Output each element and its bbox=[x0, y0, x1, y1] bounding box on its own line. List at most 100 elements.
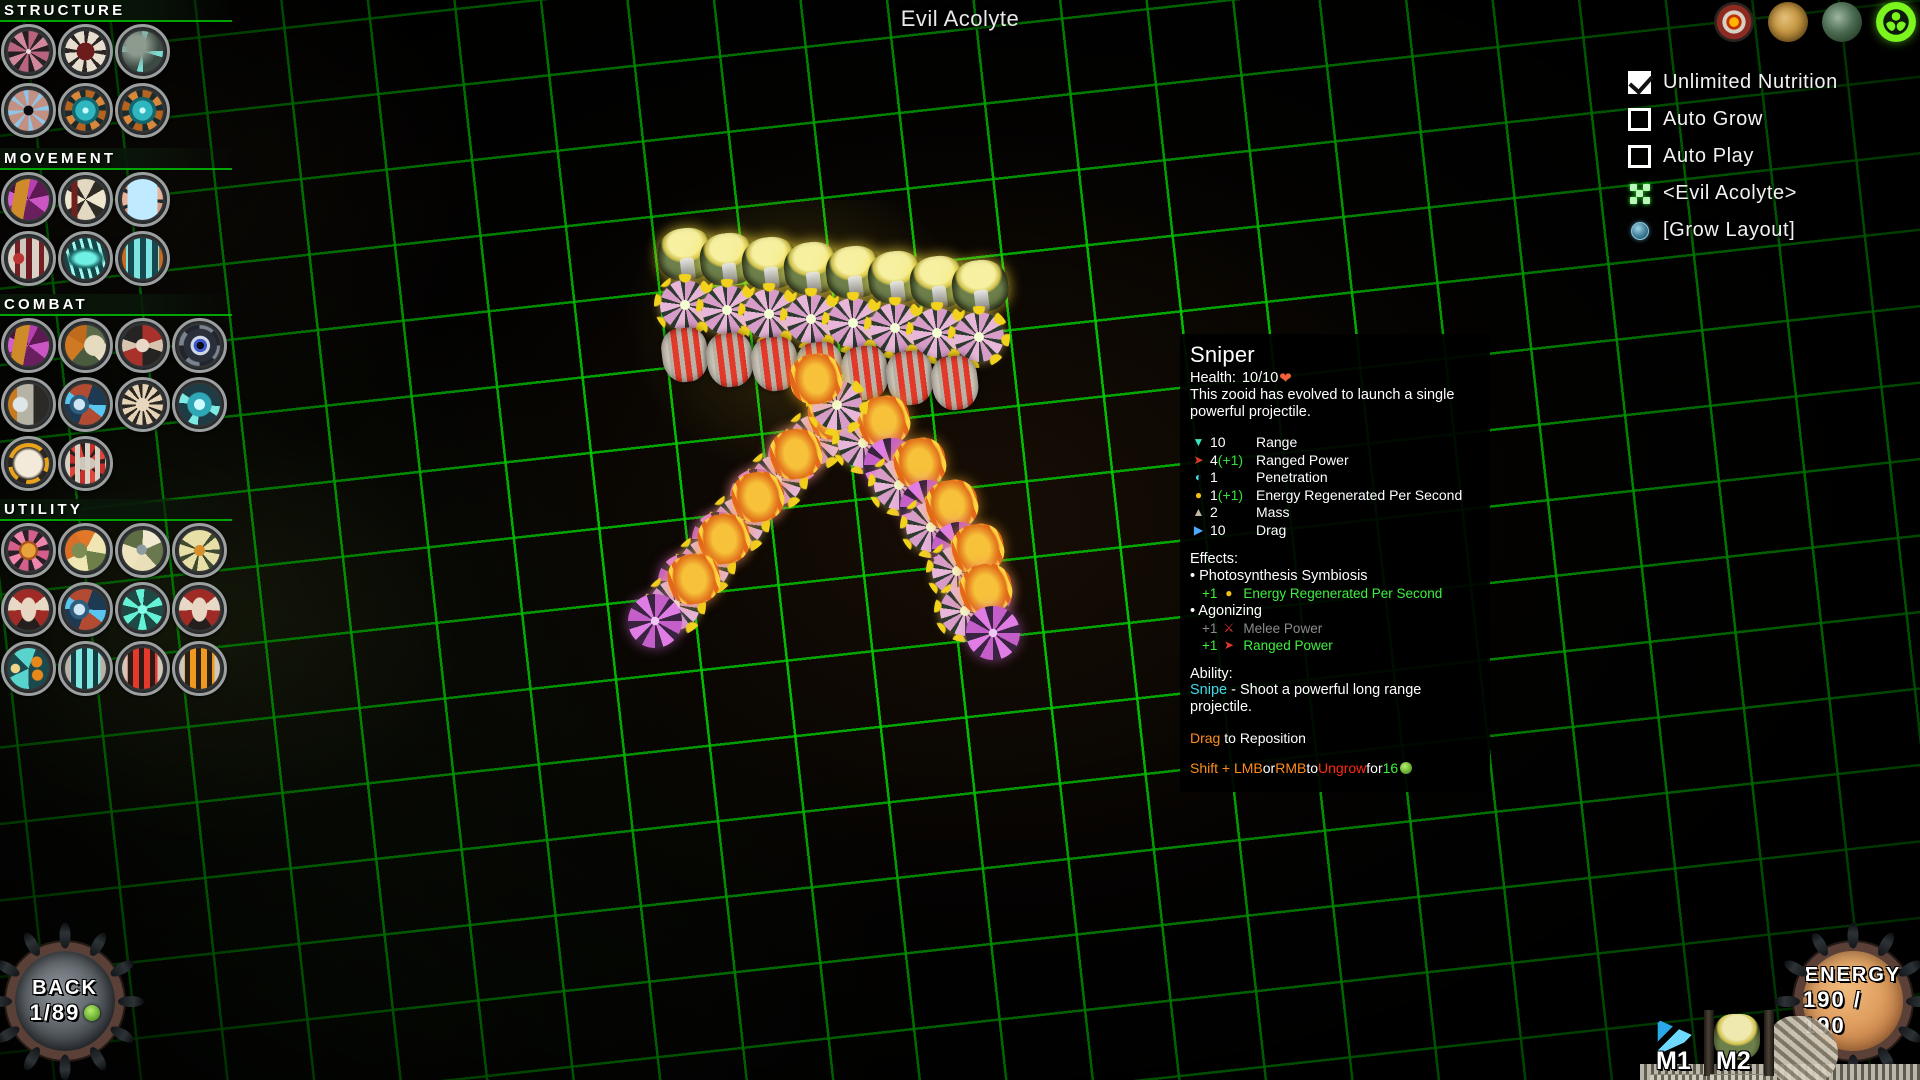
palette-section-header: MOVEMENT bbox=[0, 148, 232, 170]
rock-icon[interactable] bbox=[1822, 2, 1862, 42]
part-combat-9[interactable] bbox=[1, 436, 56, 491]
palette-section-title: STRUCTURE bbox=[4, 1, 126, 19]
stat-label: Range bbox=[1256, 434, 1298, 450]
zooid-purple[interactable] bbox=[628, 594, 682, 648]
part-movement-2[interactable] bbox=[58, 172, 113, 227]
part-utility-4[interactable] bbox=[172, 523, 227, 578]
part-movement-4[interactable] bbox=[1, 231, 56, 286]
grow-layout-icon bbox=[1628, 219, 1651, 242]
part-utility-10[interactable] bbox=[58, 641, 113, 696]
back-counter: 1/89 bbox=[30, 1000, 101, 1026]
ability-slot-m1[interactable]: M1 bbox=[1650, 1010, 1714, 1080]
zooid-purple[interactable] bbox=[966, 606, 1020, 660]
palette-row bbox=[0, 375, 232, 434]
effect-line: +1 ⚔ Melee Power bbox=[1190, 620, 1480, 637]
stat-row: ● 1(+1) Energy Regenerated Per Second bbox=[1190, 487, 1480, 505]
palette-row bbox=[0, 170, 232, 229]
ability-slot-m2[interactable]: M2 bbox=[1710, 1010, 1774, 1080]
part-thumbnail-icon bbox=[8, 530, 49, 571]
stat-label: Mass bbox=[1256, 504, 1290, 520]
stat-row: ▶ 10 Drag bbox=[1190, 522, 1480, 540]
part-utility-11[interactable] bbox=[115, 641, 170, 696]
stat-label: Ranged Power bbox=[1256, 451, 1349, 468]
hint-ungrow-for: for bbox=[1366, 760, 1383, 776]
hint-ungrow-keys: Shift + LMB bbox=[1190, 760, 1263, 776]
palette-spacer bbox=[0, 698, 232, 704]
eye-icon[interactable] bbox=[1714, 2, 1754, 42]
checkbox-icon[interactable] bbox=[1628, 145, 1651, 168]
green-node-icon[interactable] bbox=[1876, 2, 1916, 42]
part-combat-5[interactable] bbox=[1, 377, 56, 432]
palette-section-header: STRUCTURE bbox=[0, 0, 232, 22]
toggle-auto-grow[interactable]: Auto Grow bbox=[1628, 101, 1908, 138]
part-structure-3[interactable] bbox=[115, 24, 170, 79]
part-utility-6[interactable] bbox=[58, 582, 113, 637]
ranged-power-icon: ➤ bbox=[1193, 452, 1204, 467]
palette-row bbox=[0, 22, 232, 81]
part-utility-3[interactable] bbox=[115, 523, 170, 578]
part-combat-4[interactable] bbox=[172, 318, 227, 373]
part-utility-8[interactable] bbox=[172, 582, 227, 637]
health-value: 10/10 bbox=[1241, 370, 1279, 386]
stat-label: Energy Regenerated Per Second bbox=[1256, 486, 1463, 503]
part-utility-2[interactable] bbox=[58, 523, 113, 578]
toggle-auto-play[interactable]: Auto Play bbox=[1628, 138, 1908, 175]
part-thumbnail-icon bbox=[8, 325, 49, 366]
tooltip-title: Sniper bbox=[1190, 342, 1255, 367]
toggle-unlimited-nutrition[interactable]: Unlimited Nutrition bbox=[1628, 64, 1908, 101]
part-combat-8[interactable] bbox=[172, 377, 227, 432]
part-combat-10[interactable] bbox=[58, 436, 113, 491]
hint-ungrow-rmb: RMB bbox=[1275, 760, 1307, 776]
dots-glyph bbox=[1629, 183, 1650, 204]
part-utility-5[interactable] bbox=[1, 582, 56, 637]
part-thumbnail-icon bbox=[122, 589, 163, 630]
brain-icon[interactable] bbox=[1768, 2, 1808, 42]
part-utility-9[interactable] bbox=[1, 641, 56, 696]
hint-drag-text: to Reposition bbox=[1220, 730, 1306, 746]
part-combat-6[interactable] bbox=[58, 377, 113, 432]
back-button[interactable]: BACK 1/89 bbox=[0, 922, 144, 1080]
part-movement-1[interactable] bbox=[1, 172, 56, 227]
top-icon-bar bbox=[1714, 2, 1916, 42]
checkbox-icon[interactable] bbox=[1628, 108, 1651, 131]
part-thumbnail-icon bbox=[8, 31, 49, 72]
drag-icon: ▶ bbox=[1193, 522, 1204, 537]
creature-body[interactable] bbox=[628, 224, 1040, 720]
ability-line: Snipe - Shoot a powerful long range proj… bbox=[1190, 682, 1480, 716]
part-thumbnail-icon bbox=[122, 31, 163, 72]
part-structure-6[interactable] bbox=[115, 83, 170, 138]
part-thumbnail-icon bbox=[65, 325, 106, 366]
part-combat-1[interactable] bbox=[1, 318, 56, 373]
part-structure-2[interactable] bbox=[58, 24, 113, 79]
palette-spacer bbox=[0, 140, 232, 148]
zooid-red[interactable] bbox=[658, 325, 712, 385]
part-utility-7[interactable] bbox=[115, 582, 170, 637]
part-structure-1[interactable] bbox=[1, 24, 56, 79]
part-structure-5[interactable] bbox=[58, 83, 113, 138]
part-thumbnail-icon bbox=[8, 443, 49, 484]
part-combat-2[interactable] bbox=[58, 318, 113, 373]
palette-row bbox=[0, 639, 232, 698]
stat-value: 1 bbox=[1210, 469, 1218, 485]
zooid-red[interactable] bbox=[703, 329, 757, 390]
part-structure-4[interactable] bbox=[1, 83, 56, 138]
part-thumbnail-icon bbox=[8, 90, 49, 131]
part-movement-6[interactable] bbox=[115, 231, 170, 286]
stat-row: ◐ 1 Penetration bbox=[1190, 469, 1480, 487]
part-thumbnail-icon bbox=[122, 238, 163, 279]
grow-layout-button[interactable]: [Grow Layout] bbox=[1628, 212, 1908, 249]
part-thumbnail-icon bbox=[179, 589, 220, 630]
ranged-power-icon: ➤ bbox=[1223, 638, 1234, 652]
effect-name: • Photosynthesis Symbiosis bbox=[1190, 568, 1368, 584]
part-utility-1[interactable] bbox=[1, 523, 56, 578]
part-combat-3[interactable] bbox=[115, 318, 170, 373]
part-movement-3[interactable] bbox=[115, 172, 170, 227]
energy-icon: ● bbox=[1225, 586, 1233, 600]
part-utility-12[interactable] bbox=[172, 641, 227, 696]
range-icon: ▼ bbox=[1192, 435, 1205, 449]
part-movement-5[interactable] bbox=[58, 231, 113, 286]
checkbox-checked-icon[interactable] bbox=[1628, 71, 1651, 94]
creature-selector[interactable]: <Evil Acolyte> bbox=[1628, 175, 1908, 212]
part-combat-7[interactable] bbox=[115, 377, 170, 432]
part-thumbnail-icon bbox=[8, 648, 49, 689]
